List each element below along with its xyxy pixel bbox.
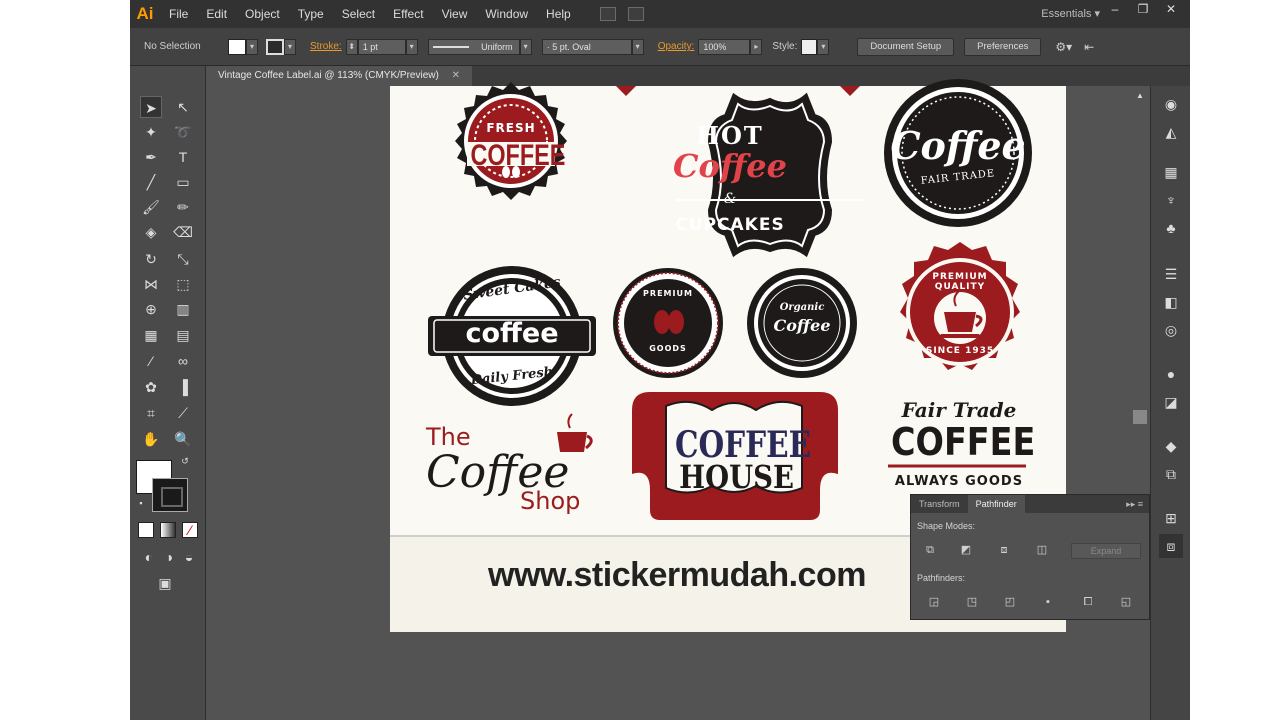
pathfinder-panel: Transform Pathfinder ▸▸ ≡ Shape Modes: ⧉…	[910, 494, 1150, 620]
outline-icon[interactable]: ⧠	[1079, 593, 1097, 611]
pathfinder-tabs: Transform Pathfinder ▸▸ ≡	[911, 495, 1149, 513]
panel-menu-icon[interactable]: ▸▸ ≡	[1126, 495, 1149, 513]
symbols-icon[interactable]: ♣	[1159, 216, 1183, 240]
coffee8-text: COFFEE	[891, 420, 1036, 464]
shop-text: Shop	[520, 487, 581, 515]
premium-quality-text: PREMIUM QUALITY	[932, 272, 988, 292]
crop-icon[interactable]: ▪	[1039, 593, 1057, 611]
ribbon-left-tip	[616, 86, 636, 96]
illustrator-window: Ai File Edit Object Type Select Effect V…	[130, 0, 1190, 720]
tab-transform[interactable]: Transform	[911, 495, 968, 513]
fair-trade2-text: Fair Trade	[901, 398, 1017, 422]
minus-front-icon[interactable]: ◩	[957, 541, 975, 559]
merge-icon[interactable]: ◰	[1001, 593, 1019, 611]
always-goods-text: ALWAYS GOODS	[894, 474, 1024, 489]
appearance-icon[interactable]: ●	[1159, 362, 1183, 386]
premium-bean-2-icon	[668, 310, 684, 334]
brushes-icon[interactable]: ♆	[1159, 188, 1183, 212]
coffee4-text: coffee	[465, 318, 559, 349]
hot-text: HOT	[696, 121, 764, 150]
align-icon[interactable]: ⊞	[1159, 506, 1183, 530]
coffee3-text: Coffee	[890, 123, 1026, 168]
cup-saucer-icon	[940, 334, 980, 338]
pathfinders-label: Pathfinders:	[917, 573, 966, 583]
coffee5-text: Coffee	[773, 316, 831, 335]
ribbon-right-tip	[840, 86, 860, 96]
gradient-panel-icon[interactable]: ◧	[1159, 290, 1183, 314]
cupcakes-text: CUPCAKES	[675, 215, 785, 235]
house-text: HOUSE	[679, 458, 794, 496]
transparency-icon[interactable]: ◎	[1159, 318, 1183, 342]
color-panel-icon[interactable]: ◭	[1159, 120, 1183, 144]
goods-text: GOODS	[649, 344, 687, 353]
layers-icon[interactable]: ◆	[1159, 434, 1183, 458]
pathfinder-dock-icon[interactable]: ⧈	[1159, 534, 1183, 558]
divide-icon[interactable]: ◲	[925, 593, 943, 611]
website-url-text: www.stickermudah.com	[488, 556, 866, 594]
premium-text: PREMIUM	[643, 289, 693, 298]
exclude-icon[interactable]: ◫	[1033, 541, 1051, 559]
coffee-shop-steam-icon	[567, 413, 573, 429]
intersect-icon[interactable]: ⧈	[995, 541, 1013, 559]
panel-dock: ◉ ◭ ▦ ♆ ♣ ☰ ◧ ◎ ● ◪ ◆ ⧉ ⊞ ⧈	[1150, 86, 1190, 720]
shape-modes-label: Shape Modes:	[917, 521, 976, 531]
coffee2-text: Coffee	[673, 147, 787, 185]
vertical-scrollbar[interactable]: ▲	[1130, 86, 1150, 720]
organic-text: Organic	[779, 302, 825, 313]
coffee1-text: COFFEE	[470, 139, 566, 172]
premium-bean-1-icon	[654, 310, 670, 334]
scroll-up-icon[interactable]: ▲	[1130, 86, 1150, 106]
expand-button[interactable]: Expand	[1071, 543, 1141, 559]
tab-pathfinder[interactable]: Pathfinder	[967, 495, 1025, 513]
fresh-text: FRESH	[486, 121, 536, 135]
swatches-icon[interactable]: ▦	[1159, 160, 1183, 184]
graphic-styles-icon[interactable]: ◪	[1159, 390, 1183, 414]
trim-icon[interactable]: ◳	[963, 593, 981, 611]
artboards-icon[interactable]: ⧉	[1159, 462, 1183, 486]
stroke-panel-icon[interactable]: ☰	[1159, 262, 1183, 286]
ampersand-text: &	[723, 191, 737, 207]
color-guide-icon[interactable]: ◉	[1159, 92, 1183, 116]
coffee-cup-icon	[944, 312, 976, 332]
unite-icon[interactable]: ⧉	[921, 541, 939, 559]
minus-back-icon[interactable]: ◱	[1117, 593, 1135, 611]
since-1935-text: SINCE 1935	[925, 346, 995, 356]
scroll-thumb[interactable]	[1133, 410, 1147, 424]
